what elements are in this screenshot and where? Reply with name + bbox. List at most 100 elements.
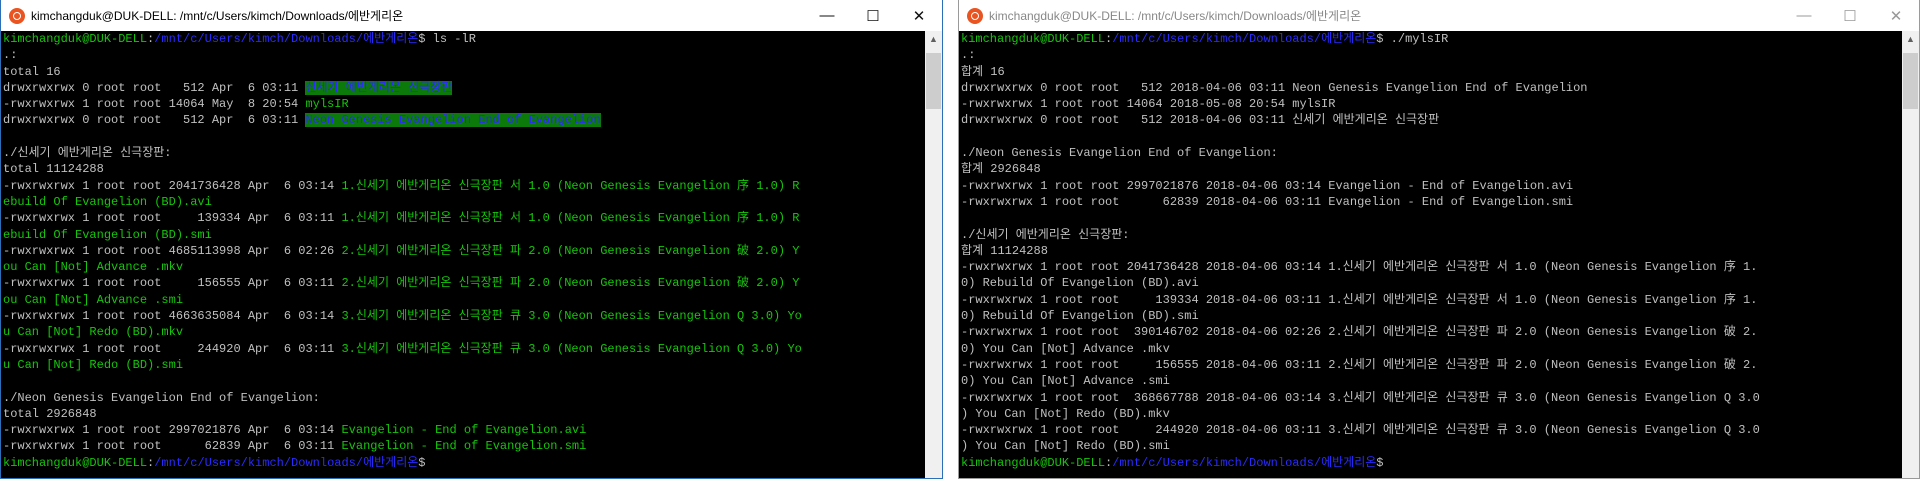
text-plain: -rwxrwxrwx 1 root root 390146702 2018-04… (961, 325, 1758, 340)
desktop-gap (943, 0, 958, 479)
terminal-line: ./Neon Genesis Evangelion End of Evangel… (3, 390, 925, 406)
text-plain: -rwxrwxrwx 1 root root 156555 Apr 6 03:1… (3, 276, 342, 291)
text-plain: $ (418, 455, 426, 470)
ubuntu-icon (967, 7, 983, 24)
text-file: u Can [Not] Redo (BD).mkv (3, 325, 184, 340)
terminal-output[interactable]: kimchangduk@DUK-DELL:/mnt/c/Users/kimch/… (959, 31, 1902, 478)
terminal-line: -rwxrwxrwx 1 root root 2997021876 Apr 6 … (3, 422, 925, 438)
minimize-button[interactable]: — (804, 0, 850, 31)
terminal-line: 합계 2926848 (961, 161, 1902, 177)
terminal-line: ou Can [Not] Advance .smi (3, 292, 925, 308)
terminal-line: -rwxrwxrwx 1 root root 156555 2018-04-06… (961, 357, 1902, 373)
text-plain: -rwxrwxrwx 1 root root 2997021876 Apr 6 … (3, 423, 342, 438)
text-plain: -rwxrwxrwx 1 root root 4685113998 Apr 6 … (3, 243, 342, 258)
close-button[interactable]: ✕ (1873, 0, 1919, 31)
text-plain: -rwxrwxrwx 1 root root 62839 2018-04-06 … (961, 194, 1574, 209)
terminal-output[interactable]: kimchangduk@DUK-DELL:/mnt/c/Users/kimch/… (1, 31, 925, 478)
terminal-line: kimchangduk@DUK-DELL:/mnt/c/Users/kimch/… (961, 31, 1902, 47)
text-plain: total 16 (3, 64, 61, 79)
text-plain: drwxrwxrwx 0 root root 512 Apr 6 03:11 (3, 113, 306, 128)
close-button[interactable]: ✕ (896, 0, 942, 31)
maximize-button[interactable]: ☐ (1827, 0, 1873, 31)
terminal-line: -rwxrwxrwx 1 root root 244920 Apr 6 03:1… (3, 341, 925, 357)
text-plain: $ ./mylsIR (1376, 32, 1449, 46)
terminal-line: -rwxrwxrwx 1 root root 2041736428 Apr 6 … (3, 178, 925, 194)
text-plain: ) You Can [Not] Redo (BD).smi (961, 439, 1170, 454)
terminal-line: -rwxrwxrwx 1 root root 14064 May 8 20:54… (3, 96, 925, 112)
text-plain: -rwxrwxrwx 1 root root 139334 2018-04-06… (961, 292, 1758, 307)
text-plain: ./Neon Genesis Evangelion End of Evangel… (961, 146, 1278, 161)
text-plain: ./Neon Genesis Evangelion End of Evangel… (3, 390, 320, 405)
text-file: ebuild Of Evangelion (BD).avi (3, 194, 212, 209)
terminal-line: -rwxrwxrwx 1 root root 244920 2018-04-06… (961, 422, 1902, 438)
terminal-line: -rwxrwxrwx 1 root root 139334 Apr 6 03:1… (3, 210, 925, 226)
scrollbar[interactable]: ▲ (925, 31, 942, 478)
minimize-button[interactable]: — (1781, 0, 1827, 31)
terminal-line: ebuild Of Evangelion (BD).smi (3, 227, 925, 243)
terminal-line: 0) Rebuild Of Evangelion (BD).smi (961, 308, 1902, 324)
terminal-line: kimchangduk@DUK-DELL:/mnt/c/Users/kimch/… (3, 31, 925, 47)
text-plain: -rwxrwxrwx 1 root root 244920 Apr 6 03:1… (3, 341, 342, 356)
title-bar[interactable]: kimchangduk@DUK-DELL: /mnt/c/Users/kimch… (959, 0, 1919, 31)
text-plain: .: (961, 48, 976, 63)
text-plain: 0) Rebuild Of Evangelion (BD).avi (961, 276, 1199, 291)
text-dir: Neon Genesis Evangelion End of Evangelio… (305, 113, 601, 128)
text-plain: -rwxrwxrwx 1 root root 2041736428 2018-0… (961, 260, 1758, 275)
terminal-line: -rwxrwxrwx 1 root root 156555 Apr 6 03:1… (3, 275, 925, 291)
text-plain: -rwxrwxrwx 1 root root 139334 Apr 6 03:1… (3, 211, 342, 226)
terminal-line: total 16 (3, 64, 925, 80)
terminal-line: -rwxrwxrwx 1 root root 4663635084 Apr 6 … (3, 308, 925, 324)
terminal-line: ./신세기 에반게리온 신극장판: (3, 145, 925, 161)
text-plain: 합계 16 (961, 64, 1005, 79)
text-path: /mnt/c/Users/kimch/Downloads/에반게리온 (154, 32, 419, 46)
scroll-thumb[interactable] (926, 53, 941, 109)
text-plain: total 2926848 (3, 406, 97, 421)
text-file: 3.신세기 에반게리온 신극장판 큐 3.0 (Neon Genesis Eva… (341, 341, 802, 356)
text-plain: 0) You Can [Not] Advance .smi (961, 374, 1170, 389)
terminal-line: ) You Can [Not] Redo (BD).mkv (961, 406, 1902, 422)
text-file: 1.신세기 에반게리온 신극장판 서 1.0 (Neon Genesis Eva… (341, 211, 800, 226)
terminal-line: 0) You Can [Not] Advance .smi (961, 373, 1902, 389)
text-path: /mnt/c/Users/kimch/Downloads/에반게리온 (154, 455, 419, 470)
terminal-line: -rwxrwxrwx 1 root root 368667788 2018-04… (961, 390, 1902, 406)
text-path: /mnt/c/Users/kimch/Downloads/에반게리온 (1112, 32, 1377, 46)
text-file: 1.신세기 에반게리온 신극장판 서 1.0 (Neon Genesis Eva… (341, 178, 800, 193)
terminal-line: u Can [Not] Redo (BD).mkv (3, 324, 925, 340)
text-plain: -rwxrwxrwx 1 root root 14064 May 8 20:54 (3, 97, 306, 112)
text-file: u Can [Not] Redo (BD).smi (3, 357, 184, 372)
terminal-line: -rwxrwxrwx 1 root root 62839 2018-04-06 … (961, 194, 1902, 210)
text-plain: ) You Can [Not] Redo (BD).mkv (961, 406, 1170, 421)
terminal-window-left: kimchangduk@DUK-DELL: /mnt/c/Users/kimch… (0, 0, 943, 479)
text-plain: 0) Rebuild Of Evangelion (BD).smi (961, 309, 1199, 324)
terminal-line: -rwxrwxrwx 1 root root 2041736428 2018-0… (961, 259, 1902, 275)
scroll-up-icon[interactable]: ▲ (1902, 31, 1919, 48)
window-title: kimchangduk@DUK-DELL: /mnt/c/Users/kimch… (31, 9, 404, 23)
terminal-line: ou Can [Not] Advance .mkv (3, 259, 925, 275)
scroll-thumb[interactable] (1903, 53, 1918, 109)
terminal-line: 0) Rebuild Of Evangelion (BD).avi (961, 275, 1902, 291)
text-user: kimchangduk@DUK-DELL (3, 455, 148, 470)
terminal-line: .: (961, 47, 1902, 63)
text-dir: 신세기 에반게리온 신극장판 (305, 80, 453, 95)
text-plain: -rwxrwxrwx 1 root root 368667788 2018-04… (961, 390, 1760, 405)
terminal-line: -rwxrwxrwx 1 root root 62839 Apr 6 03:11… (3, 438, 925, 454)
terminal-line: kimchangduk@DUK-DELL:/mnt/c/Users/kimch/… (961, 455, 1902, 471)
terminal-line: drwxrwxrwx 0 root root 512 Apr 6 03:11 N… (3, 112, 925, 128)
maximize-button[interactable]: ☐ (850, 0, 896, 31)
scrollbar[interactable]: ▲ (1902, 31, 1919, 478)
text-plain: 0) You Can [Not] Advance .mkv (961, 341, 1170, 356)
terminal-line: total 2926848 (3, 406, 925, 422)
text-plain: -rwxrwxrwx 1 root root 4663635084 Apr 6 … (3, 309, 342, 324)
scroll-up-icon[interactable]: ▲ (925, 31, 942, 48)
terminal-line: -rwxrwxrwx 1 root root 14064 2018-05-08 … (961, 96, 1902, 112)
text-file: 3.신세기 에반게리온 신극장판 큐 3.0 (Neon Genesis Eva… (341, 309, 802, 324)
terminal-line: ebuild Of Evangelion (BD).avi (3, 194, 925, 210)
text-plain: -rwxrwxrwx 1 root root 244920 2018-04-06… (961, 423, 1760, 438)
text-file: 2.신세기 에반게리온 신극장판 파 2.0 (Neon Genesis Eva… (341, 243, 800, 258)
text-file: ou Can [Not] Advance .mkv (3, 260, 184, 275)
terminal-line: ) You Can [Not] Redo (BD).smi (961, 438, 1902, 454)
title-bar[interactable]: kimchangduk@DUK-DELL: /mnt/c/Users/kimch… (1, 0, 942, 31)
text-plain: drwxrwxrwx 0 root root 512 2018-04-06 03… (961, 113, 1440, 128)
